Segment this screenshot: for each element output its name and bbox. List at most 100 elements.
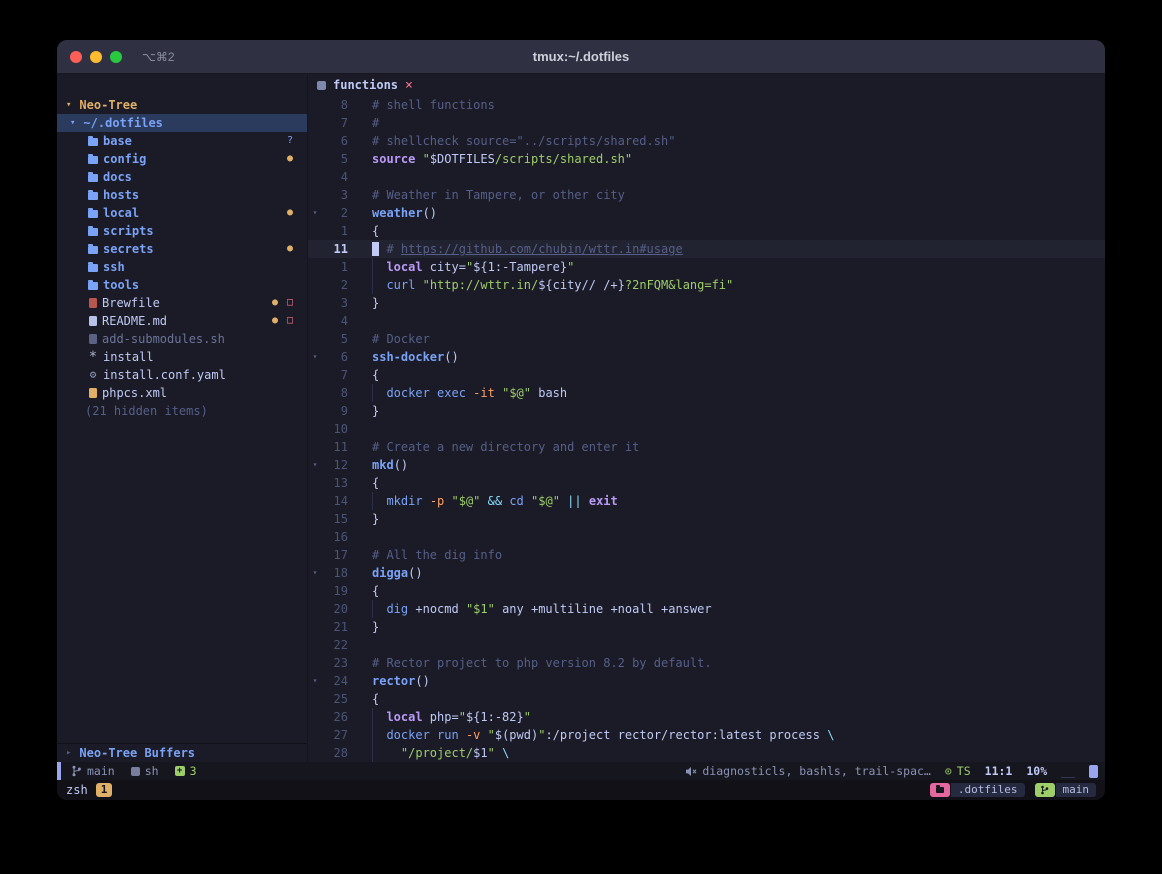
code-line[interactable]: 28 "/project/$1" \ [308,744,1105,762]
code-line[interactable]: ▾12mkd() [308,456,1105,474]
folder-icon [88,192,98,200]
tab-functions[interactable]: functions [333,78,398,92]
code-line[interactable]: 8# shell functions [308,96,1105,114]
line-number: 7 [322,366,348,384]
tree-item-ssh[interactable]: ssh [57,258,307,276]
fold-icon[interactable]: ▾ [308,672,322,690]
code-line[interactable]: ▾18digga() [308,564,1105,582]
tmux-window-index-badge[interactable]: 1 [96,783,113,797]
code-line-text: } [348,402,379,420]
traffic-lights [57,51,122,63]
fold-icon[interactable]: ▾ [308,204,322,222]
tree-item-hosts[interactable]: hosts [57,186,307,204]
line-number: 24 [322,672,348,690]
code-line[interactable]: 7{ [308,366,1105,384]
code-line[interactable]: 20 dig +nocmd "$1" any +multiline +noall… [308,600,1105,618]
code-line[interactable]: 7# [308,114,1105,132]
code-line[interactable]: 5# Docker [308,330,1105,348]
code-line[interactable]: 15} [308,510,1105,528]
code-line-text: dig +nocmd "$1" any +multiline +noall +a… [348,600,712,618]
fold-icon[interactable]: ▾ [308,564,322,582]
fold-column [308,402,322,420]
line-number: 2 [322,204,348,222]
fold-column [308,546,322,564]
diff-added-segment: + 3 [175,764,197,778]
fold-icon[interactable]: ▾ [308,456,322,474]
tree-item-phpcs-xml[interactable]: phpcs.xml [57,384,307,402]
code-line[interactable]: 11# Create a new directory and enter it [308,438,1105,456]
code-line[interactable]: 13{ [308,474,1105,492]
code-line[interactable]: 3} [308,294,1105,312]
install-file-icon: * [88,348,98,366]
git-status-icon: ? [287,132,293,150]
code-line[interactable]: 3# Weather in Tampere, or other city [308,186,1105,204]
tree-item-add-submodules-sh[interactable]: add-submodules.sh [57,330,307,348]
line-number: 5 [322,150,348,168]
tree-item-secrets[interactable]: secrets● [57,240,307,258]
fold-column [308,294,322,312]
tree-item-docs[interactable]: docs [57,168,307,186]
tree-item-label: config [103,152,146,166]
tree-item-scripts[interactable]: scripts [57,222,307,240]
code-line[interactable]: 26 local php="${1:-82}" [308,708,1105,726]
filetype-segment: sh [131,764,159,778]
line-number: 12 [322,456,348,474]
code-line[interactable]: 1{ [308,222,1105,240]
code-line[interactable]: ▾2weather() [308,204,1105,222]
tab-close-icon[interactable]: × [405,78,413,93]
shell-script-icon [89,334,97,344]
fold-column [308,276,322,294]
tmux-window-name[interactable]: zsh [66,783,88,797]
code-line-text: curl "http://wttr.in/${city// /+}?2nFQM&… [348,276,733,294]
code-area[interactable]: 8# shell functions7#6# shellcheck source… [308,96,1105,762]
zoom-window-button[interactable] [110,51,122,63]
code-line[interactable]: 9} [308,402,1105,420]
tree-item-base[interactable]: base? [57,132,307,150]
folder-icon [930,783,950,797]
fold-column [308,168,322,186]
code-line[interactable]: 10 [308,420,1105,438]
hidden-items-note: (21 hidden items) [57,402,307,420]
tree-item-tools[interactable]: tools [57,276,307,294]
code-line[interactable]: 23# Rector project to php version 8.2 by… [308,654,1105,672]
tree-item-readme-md[interactable]: README.md●□ [57,312,307,330]
git-status-badges: ● [287,204,293,222]
code-line[interactable]: ▾24rector() [308,672,1105,690]
treesitter-segment: ⊙ TS [945,764,971,778]
fold-icon[interactable]: ▾ [308,348,322,366]
code-line[interactable]: 6# shellcheck source="../scripts/shared.… [308,132,1105,150]
titlebar[interactable]: ⌥⌘2 tmux:~/.dotfiles [57,40,1105,74]
code-line[interactable]: 11 # https://github.com/chubin/wttr.in#u… [308,240,1105,258]
tree-item-local[interactable]: local● [57,204,307,222]
tree-item-dotfiles[interactable]: ▾~/.dotfiles [57,114,307,132]
fold-column [308,222,322,240]
minimize-window-button[interactable] [90,51,102,63]
code-line[interactable]: 1 local city="${1:-Tampere}" [308,258,1105,276]
code-line[interactable]: 27 docker run -v "$(pwd)":/project recto… [308,726,1105,744]
code-line[interactable]: 21} [308,618,1105,636]
code-line[interactable]: 22 [308,636,1105,654]
code-line[interactable]: 19{ [308,582,1105,600]
neo-tree-buffers-header[interactable]: ▸ Neo-Tree Buffers [57,744,307,762]
code-line-text: docker exec -it "$@" bash [348,384,567,402]
code-line[interactable]: 14 mkdir -p "$@" && cd "$@" || exit [308,492,1105,510]
code-line[interactable]: 4 [308,168,1105,186]
code-line[interactable]: 5source "$DOTFILES/scripts/shared.sh" [308,150,1105,168]
tree-item-config[interactable]: config● [57,150,307,168]
tree-item-install-conf-yaml[interactable]: ⚙install.conf.yaml [57,366,307,384]
code-line[interactable]: 2 curl "http://wttr.in/${city// /+}?2nFQ… [308,276,1105,294]
close-window-button[interactable] [70,51,82,63]
neo-tree-sidebar: ▾ Neo-Tree ▾~/.dotfilesbase?config●docsh… [57,74,308,762]
code-line[interactable]: 16 [308,528,1105,546]
code-line[interactable]: 4 [308,312,1105,330]
code-line[interactable]: 8 docker exec -it "$@" bash [308,384,1105,402]
tree-item-brewfile[interactable]: Brewfile●□ [57,294,307,312]
tree-item-install[interactable]: *install [57,348,307,366]
diff-added-count: 3 [190,764,197,778]
fold-column [308,690,322,708]
code-line[interactable]: 17# All the dig info [308,546,1105,564]
fold-column [308,474,322,492]
code-line[interactable]: ▾6ssh-docker() [308,348,1105,366]
code-line[interactable]: 25{ [308,690,1105,708]
git-branch-segment: main [71,764,115,778]
